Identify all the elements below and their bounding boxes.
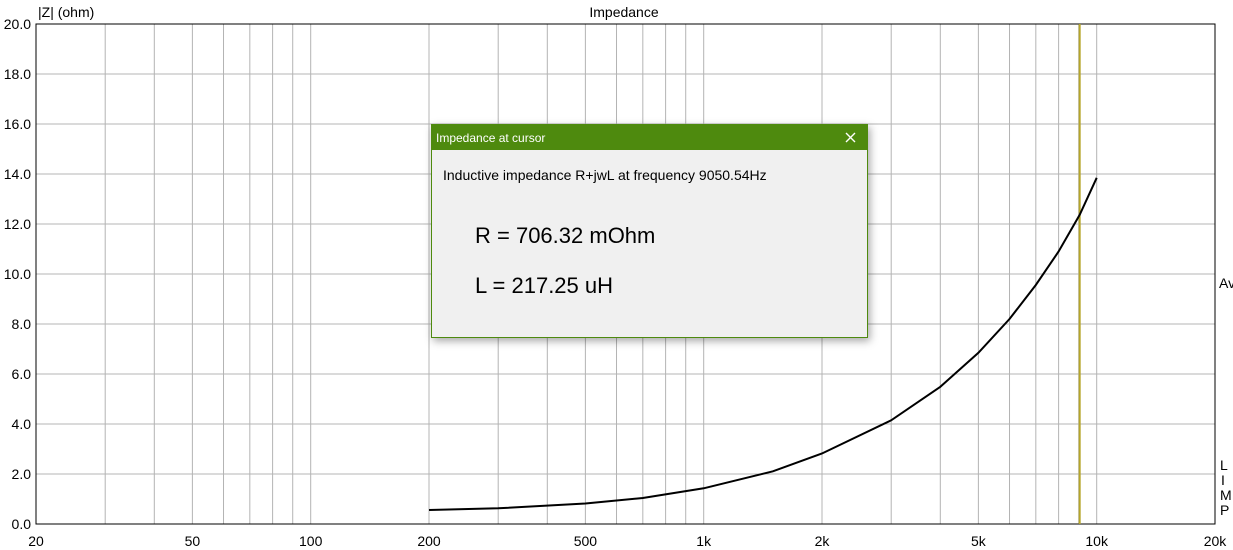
impedance-cursor-dialog: Impedance at cursor Inductive impedance …	[431, 124, 868, 338]
y-tick-label: 16.0	[4, 116, 31, 132]
y-tick-label: 10.0	[4, 266, 31, 282]
y-tick-label: 20.0	[4, 16, 31, 32]
dialog-title: Impedance at cursor	[436, 130, 546, 145]
y-tick-label: 0.0	[12, 516, 32, 532]
y-tick-label: 2.0	[12, 466, 32, 482]
y-axis-title: |Z| (ohm)	[38, 4, 94, 20]
y-tick-label: 12.0	[4, 216, 31, 232]
x-tick-label: 5k	[971, 533, 987, 549]
right-label-av: Av	[1219, 275, 1233, 291]
right-label-l: L	[1220, 457, 1228, 473]
y-tick-label: 4.0	[12, 416, 32, 432]
y-tick-label: 18.0	[4, 66, 31, 82]
dialog-titlebar[interactable]: Impedance at cursor	[432, 125, 867, 150]
x-tick-label: 200	[417, 533, 441, 549]
x-tick-label: 1k	[696, 533, 712, 549]
close-icon	[845, 132, 855, 143]
resistance-value: R = 706.32 mOhm	[475, 223, 656, 248]
y-axis-ticks: 0.0 2.0 4.0 6.0 8.0 10.0 12.0 14.0 16.0 18.0 20.0	[4, 16, 31, 532]
close-button[interactable]	[839, 127, 861, 149]
right-label-m: M	[1220, 487, 1232, 503]
x-tick-label: 100	[299, 533, 323, 549]
y-tick-label: 6.0	[12, 366, 32, 382]
x-axis-ticks: 20 50 100 200 500 1k 2k 5k 10k 20k	[28, 533, 1227, 549]
right-label-i: I	[1221, 472, 1225, 488]
right-label-p: P	[1220, 502, 1229, 518]
x-tick-label: 20k	[1204, 533, 1228, 549]
x-tick-label: 500	[574, 533, 598, 549]
chart-title: Impedance	[589, 4, 658, 20]
x-tick-label: 50	[185, 533, 201, 549]
y-tick-label: 8.0	[12, 316, 32, 332]
dialog-message: Inductive impedance R+jwL at frequency 9…	[443, 167, 767, 183]
x-tick-label: 10k	[1085, 533, 1109, 549]
x-tick-label: 20	[28, 533, 44, 549]
y-tick-label: 14.0	[4, 166, 31, 182]
x-tick-label: 2k	[815, 533, 831, 549]
inductance-value: L = 217.25 uH	[475, 273, 614, 298]
